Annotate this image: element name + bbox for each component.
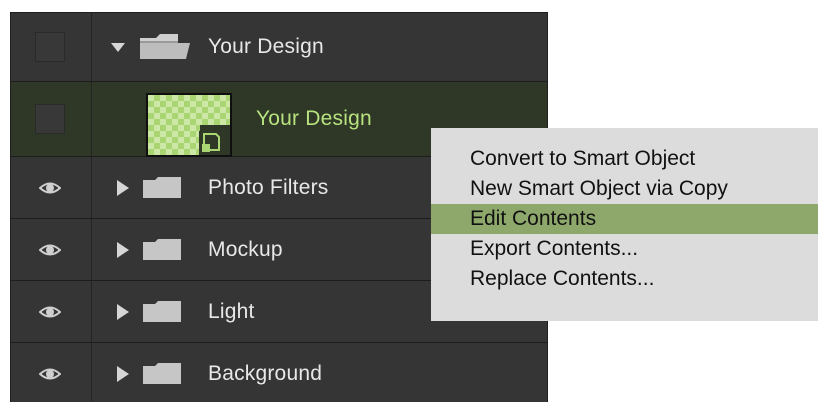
visibility-toggle[interactable] <box>35 32 65 62</box>
visibility-cell <box>11 157 92 218</box>
layer-name: Background <box>208 361 323 385</box>
visibility-cell <box>11 219 92 280</box>
layer-name: Photo Filters <box>208 175 329 199</box>
folder-icon <box>143 176 181 198</box>
smart-object-icon <box>199 131 223 155</box>
visibility-cell <box>11 82 92 156</box>
visibility-cell <box>11 13 92 81</box>
menu-item-edit-contents[interactable]: Edit Contents <box>431 204 818 234</box>
menu-item-replace-contents[interactable]: Replace Contents... <box>431 264 818 294</box>
visibility-toggle[interactable] <box>35 104 65 134</box>
layer-row-background[interactable]: Background <box>11 343 547 402</box>
layer-name: Mockup <box>208 237 283 261</box>
folder-icon <box>143 362 181 384</box>
triangle-icon[interactable] <box>117 179 129 196</box>
folder-icon <box>143 238 181 260</box>
menu-item-convert-to-smart-object[interactable]: Convert to Smart Object <box>431 144 818 174</box>
menu-item-export-contents[interactable]: Export Contents... <box>431 234 818 264</box>
menu-item-new-smart-object-via-copy[interactable]: New Smart Object via Copy <box>431 174 818 204</box>
layer-row-your-design-group[interactable]: Your Design <box>11 13 547 82</box>
eye-icon[interactable] <box>39 180 61 196</box>
eye-icon[interactable] <box>39 304 61 320</box>
context-menu: Convert to Smart Object New Smart Object… <box>431 128 818 321</box>
layer-name: Your Design <box>208 35 324 58</box>
eye-icon[interactable] <box>39 366 61 382</box>
visibility-cell <box>11 281 92 342</box>
triangle-icon[interactable] <box>117 241 129 258</box>
folder-open-icon <box>140 34 190 59</box>
triangle-icon[interactable] <box>117 365 129 382</box>
triangle-icon[interactable] <box>117 303 129 320</box>
screenshot-stage: Your Design Your Design Photo Filters Mo… <box>0 0 818 402</box>
folder-icon <box>143 300 181 322</box>
layer-name: Light <box>208 299 255 323</box>
visibility-cell <box>11 343 92 402</box>
eye-icon[interactable] <box>39 242 61 258</box>
triangle-icon[interactable] <box>111 43 125 52</box>
layer-name: Your Design <box>256 107 372 130</box>
